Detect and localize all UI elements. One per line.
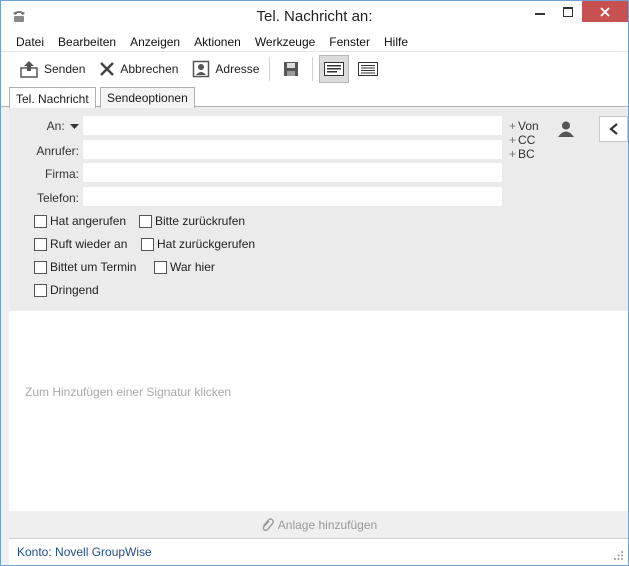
checkbox-label: Bittet um Termin: [50, 260, 137, 274]
add-from-link[interactable]: + Von: [509, 119, 539, 133]
plus-icon: +: [509, 133, 517, 147]
checkbox-ruft-wieder-an[interactable]: Ruft wieder an: [34, 237, 127, 251]
menu-werkzeuge[interactable]: Werkzeuge: [248, 35, 322, 49]
phone-label: Telefon:: [36, 191, 79, 205]
checkbox-hat-angerufen[interactable]: Hat angerufen: [34, 214, 126, 228]
checkbox-box[interactable]: [34, 283, 47, 297]
add-cc-label: CC: [518, 133, 536, 147]
cancel-label: Abbrechen: [120, 61, 179, 76]
tab-tel-nachricht[interactable]: Tel. Nachricht: [9, 87, 96, 109]
resize-grip-icon[interactable]: [614, 551, 624, 561]
toolbar-separator: [269, 56, 271, 81]
signature-hint[interactable]: Zum Hinzufügen einer Signatur klicken: [25, 385, 231, 399]
close-button[interactable]: [582, 1, 628, 22]
checkbox-label: Hat angerufen: [50, 214, 127, 228]
close-icon: [600, 6, 610, 17]
menu-aktionen[interactable]: Aktionen: [187, 35, 248, 49]
checkbox-label: Hat zurückgerufen: [157, 237, 256, 251]
maximize-icon: [563, 6, 573, 17]
add-attachment-button[interactable]: Anlage hinzufügen: [9, 511, 628, 538]
address-book-button[interactable]: Adresse: [188, 56, 263, 82]
company-input[interactable]: [83, 163, 502, 182]
address-area: An: Anrufer: Firma: Telefon: + Von + CC + B…: [9, 108, 628, 311]
checkbox-label: War hier: [170, 260, 215, 274]
chevron-down-icon: [70, 124, 79, 129]
menu-hilfe[interactable]: Hilfe: [377, 35, 415, 49]
checkbox-box[interactable]: [34, 260, 47, 274]
compose-window: Tel. Nachricht an: Datei Bearbeiten Anze…: [0, 0, 629, 566]
checkbox-box[interactable]: [34, 237, 47, 251]
caller-label: Anrufer:: [36, 144, 79, 158]
save-draft-button[interactable]: [276, 55, 306, 83]
compact-view-icon: [358, 61, 379, 76]
plus-icon: +: [509, 147, 517, 161]
add-cc-link[interactable]: + CC: [509, 133, 535, 147]
company-label: Firma:: [45, 167, 79, 181]
send-button[interactable]: Senden: [15, 56, 89, 82]
view-compact-button[interactable]: [353, 55, 383, 83]
checkbox-box[interactable]: [141, 237, 154, 251]
chevron-left-icon: [608, 123, 618, 135]
minimize-icon: [535, 12, 545, 15]
cancel-button[interactable]: Abbrechen: [95, 56, 182, 82]
checkbox-bittet-um-termin[interactable]: Bittet um Termin: [34, 260, 136, 274]
menu-anzeigen[interactable]: Anzeigen: [123, 35, 187, 49]
phone-input[interactable]: [83, 187, 502, 206]
collapse-panel-button[interactable]: [599, 116, 628, 142]
message-view-icon: [324, 61, 345, 76]
address-book-label: Adresse: [215, 61, 260, 76]
add-bc-link[interactable]: + BC: [509, 147, 535, 161]
to-label-button[interactable]: An:: [9, 119, 79, 133]
tab-bar: Tel. Nachricht Sendeoptionen: [1, 85, 628, 109]
to-label: An:: [46, 119, 65, 133]
checkbox-box[interactable]: [154, 260, 167, 274]
send-icon: [20, 60, 38, 78]
checkbox-dringend[interactable]: Dringend: [34, 283, 99, 297]
checkbox-box[interactable]: [139, 214, 152, 228]
caller-input[interactable]: [83, 140, 502, 159]
person-icon[interactable]: [557, 120, 575, 138]
menu-fenster[interactable]: Fenster: [322, 35, 377, 49]
address-book-icon: [193, 60, 210, 77]
to-input[interactable]: [83, 116, 502, 135]
add-from-label: Von: [518, 119, 539, 133]
checkbox-label: Dringend: [50, 283, 99, 297]
add-attachment-label: Anlage hinzufügen: [277, 517, 378, 532]
menu-bearbeiten[interactable]: Bearbeiten: [51, 35, 123, 49]
minimize-button[interactable]: [526, 1, 554, 22]
save-icon: [284, 61, 299, 76]
paperclip-icon: [262, 517, 274, 531]
account-status: Konto: Novell GroupWise: [17, 545, 152, 559]
cancel-icon: [100, 61, 115, 76]
view-message-button[interactable]: [319, 54, 350, 83]
checkbox-bitte-zurueckrufen[interactable]: Bitte zurückrufen: [139, 214, 245, 228]
toolbar-separator: [312, 56, 314, 81]
menu-bar: Datei Bearbeiten Anzeigen Aktionen Werkz…: [1, 32, 628, 52]
plus-icon: +: [509, 119, 517, 133]
maximize-button[interactable]: [554, 1, 582, 22]
checkbox-label: Ruft wieder an: [50, 237, 128, 251]
checkbox-box[interactable]: [34, 214, 47, 228]
tab-sendeoptionen[interactable]: Sendeoptionen: [100, 87, 195, 108]
add-bc-label: BC: [518, 147, 535, 161]
menu-datei[interactable]: Datei: [9, 35, 51, 49]
title-bar: Tel. Nachricht an:: [1, 1, 628, 32]
checkbox-label: Bitte zurückrufen: [155, 214, 246, 228]
message-body[interactable]: Zum Hinzufügen einer Signatur klicken: [9, 311, 628, 511]
toolbar: Senden Abbrechen Adresse: [1, 52, 628, 85]
status-bar: Konto: Novell GroupWise: [9, 538, 628, 565]
checkbox-hat-zurueckgerufen[interactable]: Hat zurückgerufen: [141, 237, 255, 251]
checkbox-war-hier[interactable]: War hier: [154, 260, 215, 274]
send-label: Senden: [44, 61, 86, 76]
